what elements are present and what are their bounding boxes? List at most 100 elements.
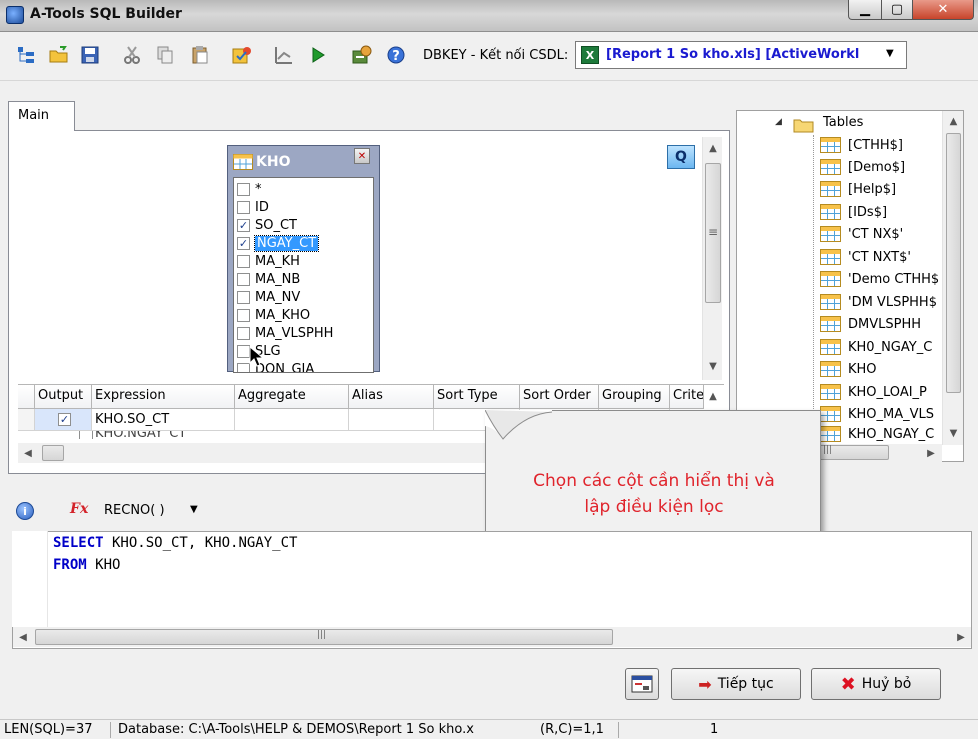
cancel-button[interactable]: ✖ Huỷ bỏ <box>811 668 941 700</box>
tree-vertical-scrollbar[interactable]: ▲ ▼ <box>942 111 963 445</box>
tree-item-table[interactable]: 'CT NX$' <box>820 223 903 245</box>
chevron-down-icon[interactable]: ▼ <box>886 48 894 59</box>
alias-cell[interactable] <box>349 409 434 431</box>
minimize-button[interactable]: ▁ <box>848 0 882 20</box>
tree-item-table[interactable]: KHO <box>820 358 877 380</box>
scroll-left-arrow[interactable]: ◀ <box>15 629 31 645</box>
field-checkbox[interactable] <box>237 254 250 268</box>
tree-item-label: KHO_NGAY_C <box>848 426 935 442</box>
field-checkbox[interactable] <box>237 182 250 196</box>
field-checkbox[interactable] <box>237 308 250 322</box>
field-row-ma-kh[interactable]: MA_KH <box>237 252 372 270</box>
tab-main[interactable]: Main <box>8 101 75 131</box>
tree-root-tables[interactable]: Tables <box>823 115 863 130</box>
scroll-up-arrow[interactable]: ▲ <box>943 113 964 129</box>
column-header-alias[interactable]: Alias <box>349 385 434 409</box>
sql-horizontal-scrollbar[interactable]: ◀ ||| ▶ <box>13 627 971 647</box>
open-folder-icon[interactable] <box>47 43 71 67</box>
column-header-output[interactable]: Output <box>35 385 92 409</box>
database-connection-combo[interactable]: X [Report 1 So kho.xls] [ActiveWorkl ▼ <box>575 41 907 69</box>
scroll-down-arrow[interactable]: ▼ <box>943 425 964 441</box>
output-cell[interactable]: ✓ <box>35 409 92 431</box>
tree-item-table[interactable]: [Help$] <box>820 178 896 200</box>
tree-item-table[interactable]: KHO_NGAY_C <box>820 426 940 442</box>
tree-item-table[interactable]: KHO_MA_VLS <box>820 403 940 425</box>
field-checkbox[interactable]: ✓ <box>237 236 250 250</box>
tree-item-table[interactable]: 'CT NXT$' <box>820 246 911 268</box>
tree-view-icon[interactable] <box>14 43 38 67</box>
diagram-vertical-scrollbar[interactable]: ▲ ≡ ▼ <box>702 137 722 380</box>
kho-field-list[interactable]: * ID ✓ SO_CT ✓ NGAY_CT MA_KH MA_NB MA_NV M… <box>233 177 374 373</box>
field-label: MA_KH <box>255 253 300 269</box>
column-header-grouping[interactable]: Grouping <box>599 385 670 409</box>
expression-cell[interactable]: KHO.NGAY_CT <box>95 431 186 439</box>
column-header-sort-order[interactable]: Sort Order <box>520 385 599 409</box>
preview-button[interactable] <box>625 668 659 700</box>
paste-icon[interactable] <box>188 43 212 67</box>
tree-item-table[interactable]: [IDs$] <box>820 201 887 223</box>
column-header-sort-type[interactable]: Sort Type <box>434 385 520 409</box>
tree-item-table[interactable]: [Demo$] <box>820 156 905 178</box>
field-checkbox[interactable] <box>237 272 250 286</box>
scroll-up-arrow[interactable]: ▲ <box>703 139 723 157</box>
column-header-criteria[interactable]: Crite <box>670 385 704 409</box>
close-icon[interactable]: ✕ <box>354 148 370 164</box>
maximize-button[interactable]: ▢ <box>881 0 913 20</box>
tree-item-table[interactable]: DMVLSPHH <box>820 313 921 335</box>
function-icon[interactable]: Fx <box>70 501 88 517</box>
zoom-button[interactable]: Q <box>667 145 695 169</box>
tree-item-table[interactable]: 'Demo CTHH$ <box>820 268 940 290</box>
tree-item-table[interactable]: KH0_NGAY_C <box>820 336 940 358</box>
field-row-ma-nv[interactable]: MA_NV <box>237 288 372 306</box>
tree-item-label: KHO_LOAI_P <box>848 384 927 400</box>
field-row-star[interactable]: * <box>237 180 372 198</box>
kho-table-header[interactable]: KHO ✕ <box>228 146 379 176</box>
collapse-arrow-icon[interactable]: ◢ <box>775 117 782 127</box>
field-row-ma-kho[interactable]: MA_KHO <box>237 306 372 324</box>
copy-icon[interactable] <box>153 43 177 67</box>
scroll-left-arrow[interactable]: ◀ <box>20 445 36 461</box>
scroll-down-arrow[interactable]: ▼ <box>703 357 723 375</box>
field-row-so-ct[interactable]: ✓ SO_CT <box>237 216 372 234</box>
tree-item-table[interactable]: KHO_LOAI_P <box>820 381 940 403</box>
save-icon[interactable] <box>78 43 102 67</box>
sql-line-2[interactable]: FROM KHO <box>53 557 120 573</box>
field-row-ma-nb[interactable]: MA_NB <box>237 270 372 288</box>
table-icon <box>820 226 841 242</box>
field-row-ma-vlsphh[interactable]: MA_VLSPHH <box>237 324 372 342</box>
field-checkbox[interactable] <box>237 200 250 214</box>
sql-line-1[interactable]: SELECT KHO.SO_CT, KHO.NGAY_CT <box>53 535 297 551</box>
field-checkbox[interactable] <box>237 326 250 340</box>
scroll-up-arrow[interactable]: ▲ <box>704 387 722 405</box>
run-icon[interactable] <box>306 43 330 67</box>
status-row-col: (R,C)=1,1 <box>540 722 604 737</box>
expression-cell[interactable]: KHO.SO_CT <box>92 409 235 431</box>
chart-icon[interactable] <box>272 43 296 67</box>
continue-button[interactable]: ➡ Tiếp tục <box>671 668 801 700</box>
info-icon[interactable]: i <box>16 502 34 520</box>
scroll-thumb[interactable] <box>946 133 961 393</box>
kho-table-box[interactable]: KHO ✕ * ID ✓ SO_CT ✓ NGAY_CT MA_KH MA_NB M… <box>227 145 380 373</box>
table-icon <box>820 137 841 153</box>
field-checkbox[interactable] <box>237 290 250 304</box>
tree-item-table[interactable]: [CTHH$] <box>820 134 903 156</box>
cut-icon[interactable] <box>120 43 144 67</box>
scroll-thumb[interactable] <box>42 445 64 461</box>
output-checkbox[interactable]: ✓ <box>58 413 71 426</box>
aggregate-cell[interactable] <box>235 409 349 431</box>
tree-item-table[interactable]: 'DM VLSPHH$ <box>820 291 940 313</box>
chevron-down-icon[interactable]: ▼ <box>190 504 198 515</box>
close-button[interactable]: ✕ <box>912 0 974 20</box>
output-checkbox[interactable] <box>79 431 93 439</box>
query-properties-icon[interactable] <box>230 43 254 67</box>
help-icon[interactable]: ? <box>384 43 408 67</box>
scroll-right-arrow[interactable]: ▶ <box>923 445 939 461</box>
column-header-expression[interactable]: Expression <box>92 385 235 409</box>
function-selector[interactable]: RECNO( ) <box>104 503 165 518</box>
scroll-right-arrow[interactable]: ▶ <box>953 629 969 645</box>
field-row-id[interactable]: ID <box>237 198 372 216</box>
field-checkbox[interactable]: ✓ <box>237 218 250 232</box>
column-header-aggregate[interactable]: Aggregate <box>235 385 349 409</box>
settings-tools-icon[interactable] <box>350 43 374 67</box>
field-row-ngay-ct[interactable]: ✓ NGAY_CT <box>237 234 372 252</box>
